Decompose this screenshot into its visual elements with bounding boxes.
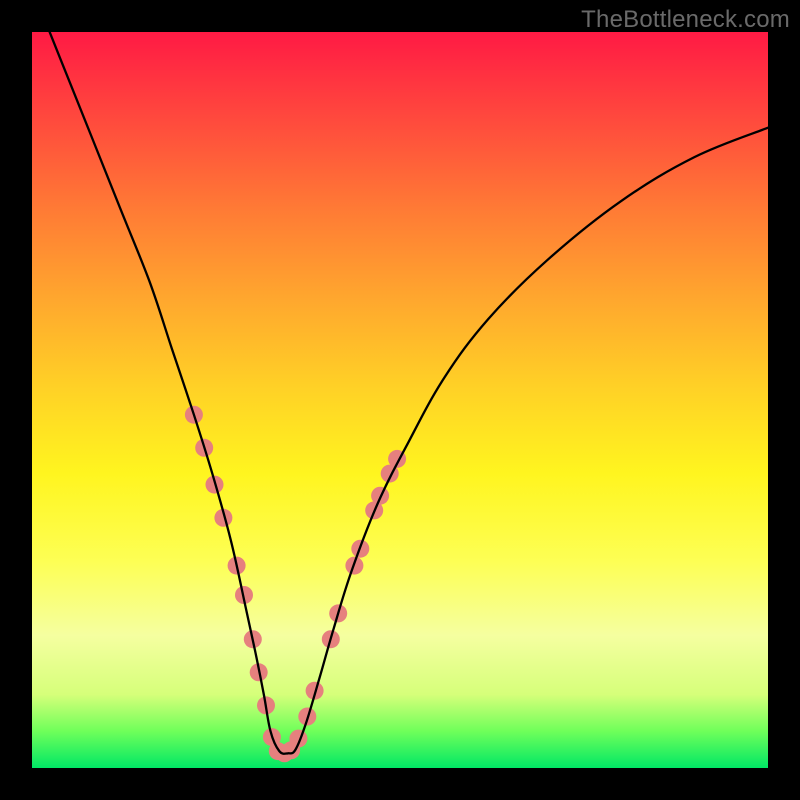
markers-group <box>185 406 406 763</box>
chart-stage: TheBottleneck.com <box>0 0 800 800</box>
bottleneck-curve <box>32 0 768 754</box>
watermark-label: TheBottleneck.com <box>581 6 790 34</box>
chart-svg <box>32 32 768 768</box>
plot-area <box>32 32 768 768</box>
